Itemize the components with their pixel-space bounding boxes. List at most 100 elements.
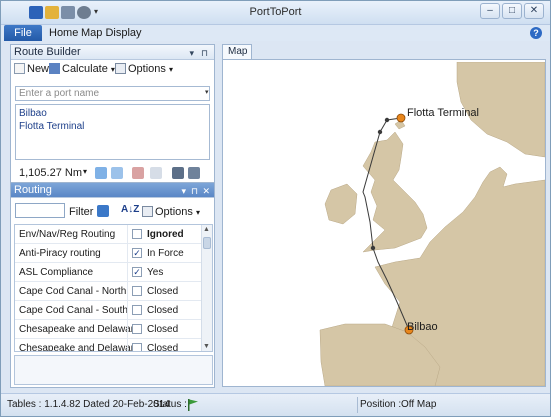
routing-row-state: Yes <box>147 267 164 278</box>
route-builder-panel: Route Builder ▾ ⊓ New Calculate ▾ Option… <box>10 44 215 183</box>
routing-row-name: ASL Compliance <box>19 267 94 278</box>
maximize-button[interactable]: □ <box>502 3 522 19</box>
filter-label: Filter <box>69 206 94 218</box>
scroll-thumb[interactable] <box>203 237 211 249</box>
routing-options-label: Options <box>155 206 193 218</box>
routing-row-checkbox[interactable] <box>132 324 142 334</box>
column-divider <box>127 263 128 282</box>
routing-row-checkbox[interactable] <box>132 305 142 315</box>
routing-row-name: Anti-Piracy routing <box>19 248 101 259</box>
ribbon-menu-bar: File Home Map Display ? <box>1 25 550 41</box>
close-button[interactable]: ✕ <box>524 3 544 19</box>
map-canvas[interactable]: Flotta Terminal Bilbao <box>225 62 545 386</box>
app-window: ▾ PortToPort – □ ✕ File Home Map Display… <box>0 0 551 417</box>
new-document-icon <box>14 63 25 74</box>
options-icon <box>142 206 153 217</box>
help-icon[interactable]: ? <box>530 27 542 39</box>
routing-row-name: Cape Cod Canal - South <box>19 305 128 316</box>
pin-icon[interactable]: ⊓ <box>191 184 198 198</box>
panel-menu-icon[interactable]: ▾ <box>181 184 186 198</box>
tables-version: Tables : 1.1.4.82 Dated 20-Feb-2014 <box>7 399 170 410</box>
route-port-list: Bilbao Flotta Terminal <box>15 104 210 160</box>
routing-row-checkbox[interactable] <box>132 343 142 351</box>
routing-row-checkbox[interactable] <box>132 286 142 296</box>
tab-map[interactable]: Map <box>222 44 252 59</box>
options-button[interactable]: Options ▾ <box>115 63 173 75</box>
routing-row-name: Chesapeake and Delaware <box>19 324 140 335</box>
routing-row[interactable]: Chesapeake and Delaware Closed <box>15 320 202 339</box>
port-item-origin[interactable]: Bilbao <box>19 107 206 120</box>
menu-map-display[interactable]: Map Display <box>81 27 142 39</box>
status-label: Status : <box>153 399 187 410</box>
scroll-down-icon[interactable]: ▼ <box>203 343 210 350</box>
routing-row[interactable]: Cape Cod Canal - North Closed <box>15 282 202 301</box>
column-divider <box>127 244 128 263</box>
panel-menu-icon[interactable]: ▾ <box>189 46 194 60</box>
routing-row-checkbox[interactable]: ✓ <box>132 248 142 258</box>
status-bar: Tables : 1.1.4.82 Dated 20-Feb-2014 Stat… <box>1 393 550 416</box>
distance-dropdown-icon[interactable]: ▾ <box>83 167 87 176</box>
port-search-input[interactable]: Enter a port name <box>15 86 210 101</box>
routing-row-checkbox[interactable]: ✓ <box>132 267 142 277</box>
routing-row-state: Closed <box>147 343 179 352</box>
status-divider <box>357 397 358 413</box>
new-label: New <box>27 63 50 75</box>
routing-row-name: Cape Cod Canal - North <box>19 286 127 297</box>
routing-row[interactable]: Anti-Piracy routing ✓ In Force <box>15 244 202 263</box>
routing-row[interactable]: ASL Compliance ✓ Yes <box>15 263 202 282</box>
column-divider <box>127 301 128 320</box>
new-button[interactable]: New <box>14 63 49 75</box>
routing-row[interactable]: Chesapeake and Delaware Closed <box>15 339 202 352</box>
list-view-icon[interactable] <box>97 205 109 217</box>
route-waypoint[interactable] <box>370 245 376 251</box>
routing-row-state: Ignored <box>147 229 184 240</box>
clear-route-icon[interactable] <box>150 167 162 179</box>
menu-home[interactable]: Home <box>49 27 78 39</box>
map-view[interactable]: Flotta Terminal Bilbao <box>222 59 546 387</box>
map-label-destination: Bilbao <box>407 321 438 333</box>
route-waypoint[interactable] <box>377 129 383 135</box>
options-icon <box>115 63 126 74</box>
routing-title: Routing <box>14 184 52 196</box>
options-dropdown-icon: ▾ <box>168 65 173 74</box>
routing-scrollbar[interactable]: ▲ ▼ <box>201 225 212 351</box>
export-route-icon[interactable] <box>188 167 200 179</box>
filter-input[interactable] <box>15 203 65 218</box>
port-dropdown-icon[interactable]: ▾ <box>205 88 209 96</box>
remove-waypoint-icon[interactable] <box>132 167 144 179</box>
copy-route-icon[interactable] <box>172 167 184 179</box>
column-divider <box>127 225 128 244</box>
options-dropdown-icon: ▾ <box>195 208 200 217</box>
routing-row[interactable]: Cape Cod Canal - South Closed <box>15 301 202 320</box>
sort-az-icon[interactable]: A↓Z <box>121 204 139 215</box>
route-builder-header: Route Builder ▾ ⊓ <box>11 45 214 60</box>
add-waypoint-icon[interactable] <box>95 167 107 179</box>
menu-file[interactable]: File <box>4 25 42 41</box>
scroll-up-icon[interactable]: ▲ <box>203 226 210 233</box>
status-flag-icon <box>188 399 198 411</box>
routing-row-state: Closed <box>147 305 179 316</box>
port-item-destination[interactable]: Flotta Terminal <box>19 120 206 133</box>
route-distance-row: 1,105.27 Nm ▾ <box>15 166 213 180</box>
route-waypoint[interactable] <box>384 117 390 123</box>
column-divider <box>127 339 128 351</box>
column-divider <box>127 282 128 301</box>
route-builder-toolbar: New Calculate ▾ Options ▾ <box>11 60 214 78</box>
routing-row-checkbox[interactable] <box>132 229 142 239</box>
pin-icon[interactable]: ⊓ <box>201 46 208 60</box>
routing-row[interactable]: Env/Nav/Reg Routing Ignored <box>15 225 202 244</box>
routing-options-button[interactable]: Options ▾ <box>142 206 200 218</box>
position-label: Position : <box>360 399 402 410</box>
window-title: PortToPort <box>249 6 302 18</box>
calculate-button[interactable]: Calculate ▾ <box>49 63 115 75</box>
close-panel-icon[interactable]: ✕ <box>202 184 210 198</box>
insert-waypoint-icon[interactable] <box>111 167 123 179</box>
options-label: Options <box>128 63 166 75</box>
port-marker-origin[interactable] <box>396 113 406 123</box>
route-builder-title: Route Builder <box>14 46 81 58</box>
minimize-button[interactable]: – <box>480 3 500 19</box>
routing-row-state: In Force <box>147 248 184 259</box>
routing-table: Env/Nav/Reg Routing Ignored Anti-Piracy ro… <box>14 224 213 352</box>
title-bar: ▾ PortToPort – □ ✕ <box>1 1 550 25</box>
calculate-label: Calculate <box>62 63 108 75</box>
